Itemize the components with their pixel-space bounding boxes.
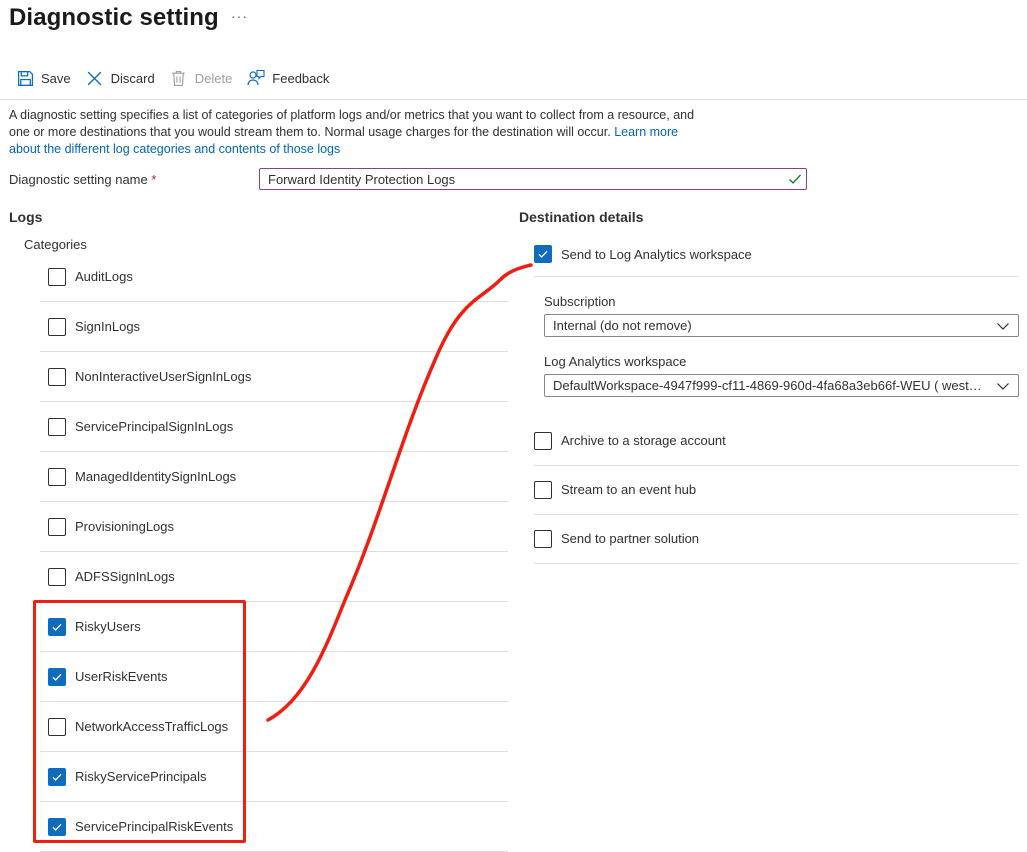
log-category-row[interactable]: NetworkAccessTrafficLogs <box>40 702 508 752</box>
log-category-row[interactable]: ADFSSignInLogs <box>40 552 508 602</box>
description-text: A diagnostic setting specifies a list of… <box>9 108 695 139</box>
log-category-label: AuditLogs <box>75 269 133 284</box>
log-category-row[interactable]: RiskyUsers <box>40 602 508 652</box>
log-category-checkbox[interactable] <box>48 367 66 386</box>
setting-name-input[interactable] <box>259 168 807 190</box>
subscription-label: Subscription <box>544 294 616 309</box>
archive-label: Archive to a storage account <box>561 433 726 448</box>
log-category-label: NonInteractiveUserSignInLogs <box>75 369 252 384</box>
log-category-row[interactable]: RiskyServicePrincipals <box>40 752 508 802</box>
log-category-label: ServicePrincipalSignInLogs <box>75 419 234 434</box>
save-button[interactable]: Save <box>16 66 71 90</box>
save-icon <box>16 69 34 87</box>
close-icon <box>86 69 104 87</box>
workspace-label: Log Analytics workspace <box>544 354 687 369</box>
destination-section-title: Destination details <box>519 209 644 225</box>
log-category-row[interactable]: ServicePrincipalSignInLogs <box>40 402 508 452</box>
log-analytics-checkbox[interactable] <box>534 245 552 263</box>
archive-option[interactable]: Archive to a storage account <box>534 416 1019 466</box>
log-category-checkbox[interactable] <box>48 467 66 486</box>
delete-label: Delete <box>194 70 233 86</box>
partner-checkbox[interactable] <box>534 529 552 548</box>
log-category-checkbox[interactable] <box>48 567 66 586</box>
feedback-button[interactable]: Feedback <box>247 66 329 90</box>
log-category-row[interactable]: ProvisioningLogs <box>40 502 508 552</box>
event-hub-checkbox[interactable] <box>534 480 552 499</box>
discard-button[interactable]: Discard <box>86 66 155 90</box>
page-title: Diagnostic setting <box>9 4 219 31</box>
log-category-row[interactable]: UserRiskEvents <box>40 652 508 702</box>
event-hub-label: Stream to an event hub <box>561 482 697 497</box>
delete-button[interactable]: Delete <box>170 66 233 90</box>
log-category-row[interactable]: AuditLogs <box>40 252 508 302</box>
event-hub-option[interactable]: Stream to an event hub <box>534 465 1019 515</box>
log-category-label: SignInLogs <box>75 319 141 334</box>
log-category-checkbox[interactable] <box>48 417 66 436</box>
log-category-checkbox[interactable] <box>48 817 66 836</box>
archive-checkbox[interactable] <box>534 431 552 450</box>
feedback-icon <box>247 69 265 87</box>
more-options-button[interactable]: ··· <box>231 8 248 24</box>
log-category-row[interactable]: ServicePrincipalRiskEvents <box>40 802 508 852</box>
workspace-value: DefaultWorkspace-4947f999-cf11-4869-960d… <box>553 378 986 393</box>
log-category-label: ADFSSignInLogs <box>75 569 175 584</box>
chevron-down-icon <box>997 323 1009 330</box>
log-analytics-option[interactable]: Send to Log Analytics workspace <box>534 232 1019 277</box>
setting-name-label: Diagnostic setting name * <box>9 172 156 187</box>
chevron-down-icon <box>997 383 1009 390</box>
partner-option[interactable]: Send to partner solution <box>534 514 1019 564</box>
subscription-value: Internal (do not remove) <box>553 318 692 333</box>
trash-icon <box>170 69 188 87</box>
command-bar: Save Discard Delete Feedback <box>16 66 344 90</box>
discard-label: Discard <box>110 70 155 86</box>
save-label: Save <box>41 70 71 86</box>
setting-name-label-text: Diagnostic setting name <box>9 172 148 187</box>
feedback-label: Feedback <box>272 70 330 86</box>
log-category-label: NetworkAccessTrafficLogs <box>75 719 229 734</box>
toolbar-divider <box>0 99 1027 100</box>
log-category-label: ServicePrincipalRiskEvents <box>75 819 234 834</box>
log-category-checkbox[interactable] <box>48 267 66 286</box>
workspace-dropdown[interactable]: DefaultWorkspace-4947f999-cf11-4869-960d… <box>544 374 1019 397</box>
categories-label: Categories <box>24 237 87 252</box>
log-category-label: RiskyServicePrincipals <box>75 769 207 784</box>
log-category-row[interactable]: SignInLogs <box>40 302 508 352</box>
log-category-label: UserRiskEvents <box>75 669 168 684</box>
subscription-dropdown[interactable]: Internal (do not remove) <box>544 314 1019 337</box>
partner-label: Send to partner solution <box>561 531 700 546</box>
description: A diagnostic setting specifies a list of… <box>9 107 709 158</box>
log-category-checkbox[interactable] <box>48 767 66 786</box>
log-analytics-label: Send to Log Analytics workspace <box>561 246 752 262</box>
log-category-row[interactable]: NonInteractiveUserSignInLogs <box>40 352 508 402</box>
log-category-checkbox[interactable] <box>48 617 66 636</box>
log-category-label: ProvisioningLogs <box>75 519 175 534</box>
log-category-checkbox[interactable] <box>48 317 66 336</box>
log-category-checkbox[interactable] <box>48 717 66 736</box>
log-category-row[interactable]: ManagedIdentitySignInLogs <box>40 452 508 502</box>
log-category-label: RiskyUsers <box>75 619 141 634</box>
required-mark: * <box>151 172 157 187</box>
checkmark-icon <box>789 174 801 184</box>
log-category-checkbox[interactable] <box>48 517 66 536</box>
log-category-label: ManagedIdentitySignInLogs <box>75 469 237 484</box>
log-category-checkbox[interactable] <box>48 667 66 686</box>
logs-section-title: Logs <box>9 209 43 225</box>
